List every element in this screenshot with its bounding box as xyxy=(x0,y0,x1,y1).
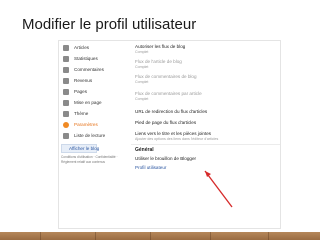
sidebar-item-pages[interactable]: Pages xyxy=(63,87,87,96)
setting-label: Flux de l'article de blog xyxy=(135,59,182,64)
page-title: Modifier le profil utilisateur xyxy=(22,16,197,33)
sidebar-item-label: Articles xyxy=(74,45,90,50)
sidebar-item-label: Thème xyxy=(74,111,89,116)
sidebar-item-stats[interactable]: Statistiques xyxy=(63,54,98,63)
sidebar-item-label: Pages xyxy=(74,89,88,94)
setting-row-use-blogger-draft[interactable]: Utiliser le brouillon de Blogger xyxy=(135,156,196,161)
floor-board-seam xyxy=(210,232,211,240)
sidebar-item-label: Statistiques xyxy=(74,56,98,61)
setting-row-per-post-comment-feed[interactable]: Flux de commentaires par article Complet xyxy=(135,91,202,101)
view-blog-label: Afficher le blog xyxy=(69,146,100,151)
settings-icon xyxy=(63,121,69,128)
sidebar-item-label: Paramètres xyxy=(74,122,98,127)
reading-list-icon xyxy=(63,132,69,139)
floor-board-seam xyxy=(150,232,151,240)
sidebar-item-label: Mise en page xyxy=(74,100,102,105)
section-heading-general: Général xyxy=(135,147,154,153)
sidebar-item-settings[interactable]: Paramètres xyxy=(63,120,98,129)
setting-value: Complet xyxy=(135,50,149,54)
footer-link-policy[interactable]: Règlement relatif aux contenus xyxy=(61,160,118,165)
setting-row-feed-redirect[interactable]: URL de redirection du flux d'articles xyxy=(135,109,207,114)
setting-value: Ajouter des options des liens dans l'édi… xyxy=(135,137,219,141)
setting-row-post-feed[interactable]: Flux de l'article de blog Complet xyxy=(135,59,182,69)
wood-floor xyxy=(0,232,320,240)
user-profile-link[interactable]: Profil utilisateur xyxy=(135,165,166,170)
floor-board-seam xyxy=(268,232,269,240)
setting-label: Utiliser le brouillon de Blogger xyxy=(135,156,197,161)
theme-icon xyxy=(63,110,69,117)
setting-label: URL de redirection du flux d'articles xyxy=(135,109,208,114)
articles-icon xyxy=(63,44,69,51)
setting-row-allow-feed[interactable]: Autoriser les flux de blog Complet xyxy=(135,44,185,54)
pages-icon xyxy=(63,88,69,95)
setting-value: Complet xyxy=(135,97,149,101)
sidebar: Articles Statistiques Commentaires Reven… xyxy=(59,41,129,228)
earnings-icon xyxy=(63,77,69,84)
sidebar-item-label: Liste de lecture xyxy=(74,133,106,138)
sidebar-item-theme[interactable]: Thème xyxy=(63,109,88,118)
divider xyxy=(131,144,280,145)
setting-label: Autoriser les flux de blog xyxy=(135,44,186,49)
setting-label: Flux de commentaires par article xyxy=(135,91,202,96)
slide: Modifier le profil utilisateur Articles … xyxy=(0,0,320,240)
floor-board-seam xyxy=(40,232,41,240)
sidebar-item-layout[interactable]: Mise en page xyxy=(63,98,102,107)
setting-row-feed-footer[interactable]: Pied de page du flux d'articles xyxy=(135,120,196,125)
sidebar-item-label: Revenus xyxy=(74,78,93,83)
stats-icon xyxy=(63,55,69,62)
comments-icon xyxy=(63,66,69,73)
view-blog-button[interactable]: Afficher le blog xyxy=(61,144,100,153)
sidebar-item-label: Commentaires xyxy=(74,67,104,72)
floor-board-seam xyxy=(95,232,96,240)
footer-links: Conditions d'utilisation · Confidentiali… xyxy=(61,155,118,165)
setting-row-comment-feed[interactable]: Flux de commentaires de blog Complet xyxy=(135,74,197,84)
blogger-settings-screenshot: Articles Statistiques Commentaires Reven… xyxy=(58,40,281,229)
settings-panel: Autoriser les flux de blog Complet Flux … xyxy=(131,41,280,228)
setting-value: Complet xyxy=(135,80,149,84)
layout-icon xyxy=(63,99,69,106)
sidebar-item-articles[interactable]: Articles xyxy=(63,43,89,52)
setting-label: Pied de page du flux d'articles xyxy=(135,120,197,125)
setting-label: Flux de commentaires de blog xyxy=(135,74,197,79)
setting-label: Liens vers le titre et les pièces jointe… xyxy=(135,131,212,136)
sidebar-item-comments[interactable]: Commentaires xyxy=(63,65,104,74)
sidebar-item-earnings[interactable]: Revenus xyxy=(63,76,92,85)
setting-value: Complet xyxy=(135,65,149,69)
sidebar-item-reading-list[interactable]: Liste de lecture xyxy=(63,131,105,140)
setting-row-title-links[interactable]: Liens vers le titre et les pièces jointe… xyxy=(135,131,218,141)
